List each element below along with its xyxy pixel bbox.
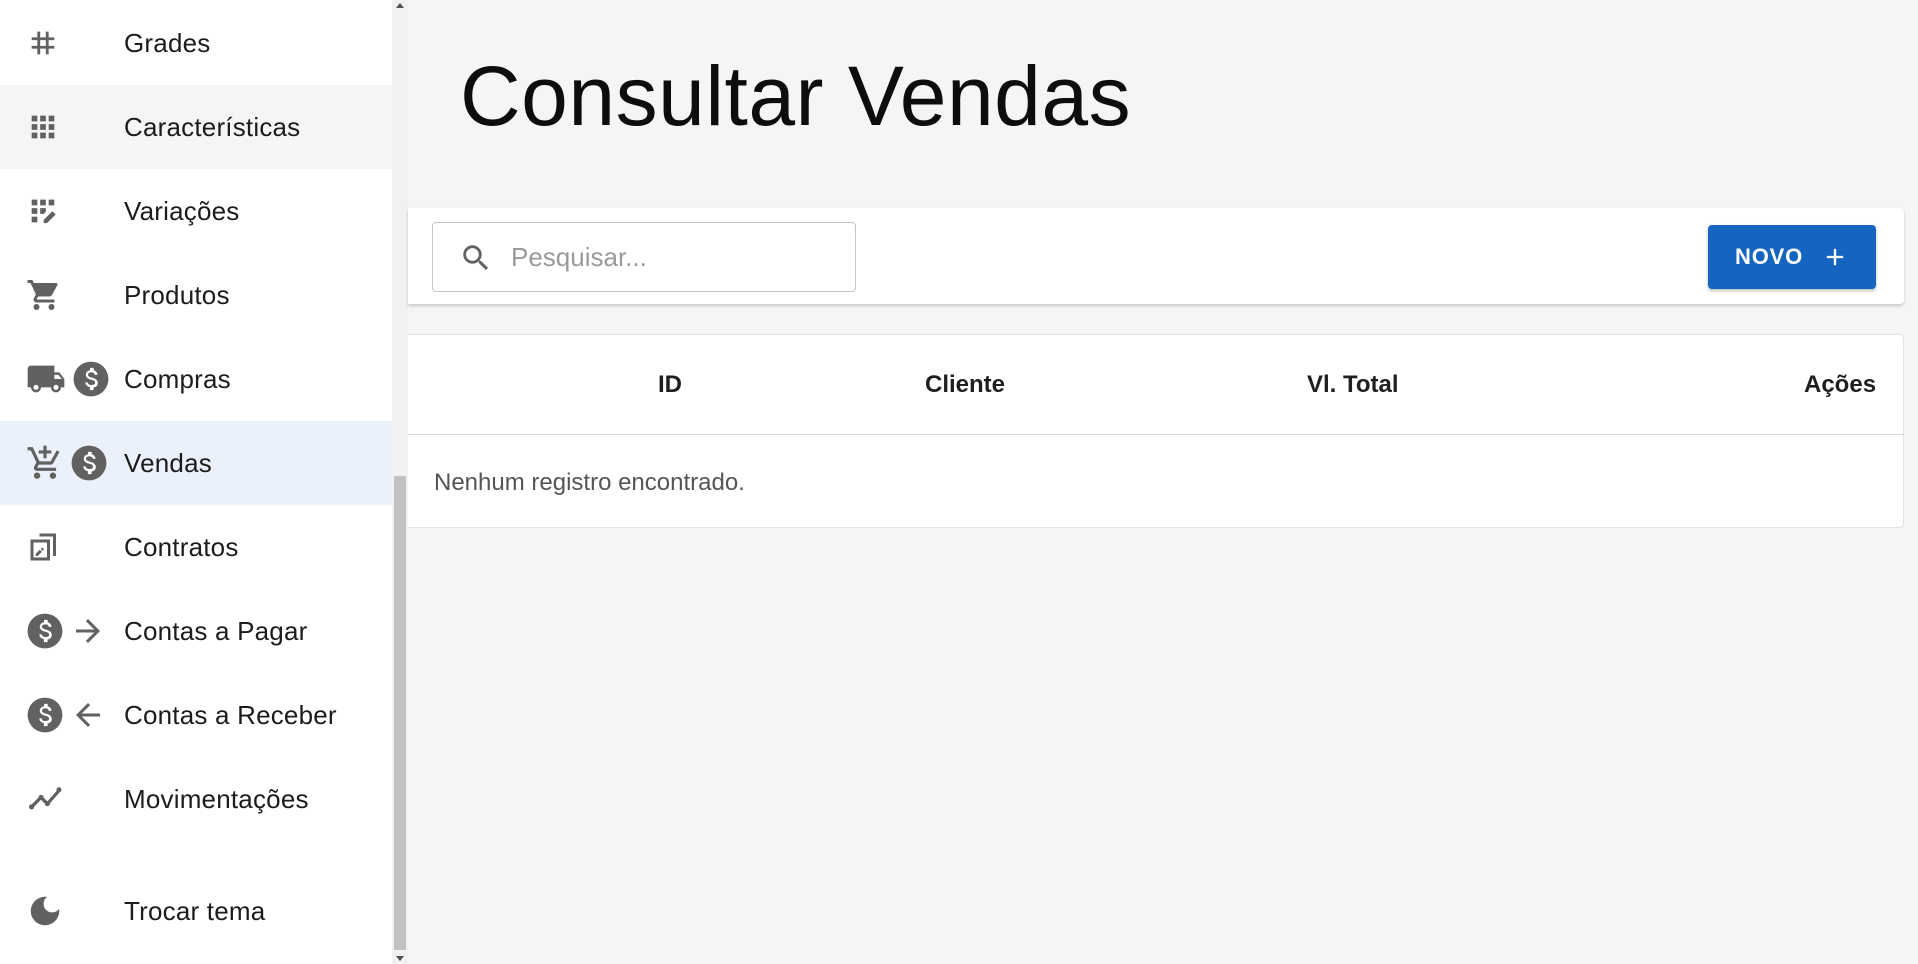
sidebar-item-contas-a-pagar[interactable]: Contas a Pagar <box>0 589 392 673</box>
sidebar-item-label: Grades <box>124 27 211 58</box>
new-button-label: NOVO <box>1735 244 1803 269</box>
search-input[interactable] <box>511 235 841 279</box>
sidebar: Grades Características Variações Produto… <box>0 0 392 964</box>
moon-icon <box>26 869 64 953</box>
toolbar: NOVO <box>408 208 1904 304</box>
scrollbar-thumb[interactable] <box>394 476 406 950</box>
new-button[interactable]: NOVO <box>1708 225 1876 289</box>
arrow-right-icon <box>76 619 100 643</box>
sidebar-item-label: Contratos <box>124 531 239 562</box>
column-header-cliente[interactable]: Cliente <box>925 371 1005 399</box>
table-header: ID Cliente Vl. Total Ações <box>408 335 1904 435</box>
sidebar-item-compras[interactable]: Compras <box>0 337 392 421</box>
contas-pagar-icons <box>26 589 106 673</box>
sidebar-item-variacoes[interactable]: Variações <box>0 169 392 253</box>
arrow-left-icon <box>76 703 100 727</box>
empty-state-message: Nenhum registro encontrado. <box>434 469 745 496</box>
search-field[interactable] <box>432 222 856 292</box>
page-title: Consultar Vendas <box>460 49 1132 143</box>
sidebar-item-label: Características <box>124 111 301 142</box>
dollar-circle-icon <box>27 697 63 733</box>
main-content: Consultar Vendas NOVO ID Cliente Vl. Tot… <box>408 0 1918 964</box>
contract-icon <box>26 505 62 589</box>
sidebar-item-label: Contas a Pagar <box>124 615 308 646</box>
sidebar-item-caracteristicas[interactable]: Características <box>0 85 392 169</box>
sidebar-item-movimentacoes[interactable]: Movimentações <box>0 757 392 841</box>
column-header-vl-total[interactable]: Vl. Total <box>1307 371 1399 399</box>
search-icon <box>463 245 489 271</box>
compras-icons <box>26 337 110 421</box>
sidebar-item-label: Vendas <box>124 447 212 478</box>
dollar-circle-icon <box>27 613 63 649</box>
truck-icon <box>27 365 65 393</box>
theme-toggle-label: Trocar tema <box>124 895 266 926</box>
plus-icon <box>1826 248 1844 266</box>
dollar-circle-icon <box>73 361 109 397</box>
scroll-up-arrow-icon[interactable] <box>396 3 404 8</box>
sidebar-item-label: Produtos <box>124 279 230 310</box>
grid-icon <box>26 85 60 169</box>
sidebar-item-label: Variações <box>124 195 240 226</box>
sidebar-item-label: Movimentações <box>124 783 309 814</box>
sidebar-item-label: Compras <box>124 363 231 394</box>
sidebar-item-contas-a-receber[interactable]: Contas a Receber <box>0 673 392 757</box>
hash-icon <box>26 1 60 85</box>
column-header-acoes: Ações <box>1804 371 1877 398</box>
sidebar-scrollbar[interactable] <box>392 0 408 964</box>
column-header-id[interactable]: ID <box>658 371 682 399</box>
sales-table: ID Cliente Vl. Total Ações Nenhum regist… <box>408 334 1904 528</box>
grid-edit-icon <box>26 169 60 253</box>
dollar-circle-icon <box>71 445 107 481</box>
scroll-down-arrow-icon[interactable] <box>396 956 404 961</box>
trend-line-icon <box>26 757 64 841</box>
contas-receber-icons <box>26 673 106 757</box>
sidebar-item-vendas[interactable]: Vendas <box>0 421 392 505</box>
shopping-cart-icon <box>26 253 62 337</box>
add-shopping-cart-icon <box>27 445 60 479</box>
sidebar-item-label: Contas a Receber <box>124 699 337 730</box>
sidebar-item-produtos[interactable]: Produtos <box>0 253 392 337</box>
vendas-icons <box>26 421 108 505</box>
sidebar-item-contratos[interactable]: Contratos <box>0 505 392 589</box>
theme-toggle[interactable]: Trocar tema <box>0 869 392 953</box>
sidebar-item-grades[interactable]: Grades <box>0 1 392 85</box>
